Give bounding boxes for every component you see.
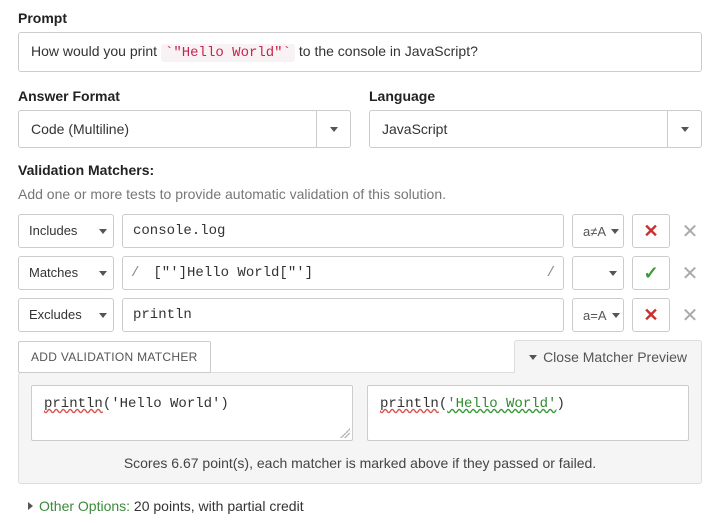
- language-label: Language: [369, 88, 702, 104]
- close-icon: ✕: [682, 261, 699, 286]
- x-icon: ✕: [643, 306, 658, 324]
- chevron-down-icon: [609, 271, 617, 276]
- prompt-text-before: How would you print: [31, 43, 161, 59]
- matcher-flag-value: a=A: [583, 308, 607, 323]
- language-select[interactable]: JavaScript: [369, 110, 702, 148]
- regex-slash-close: /: [543, 257, 563, 289]
- matcher-type-label: Excludes: [19, 299, 93, 331]
- prompt-label: Prompt: [18, 10, 702, 26]
- chevron-down-icon: [529, 355, 537, 360]
- chevron-down-icon: [667, 111, 701, 147]
- other-options-text: 20 points, with partial credit: [130, 498, 304, 514]
- matcher-value-input[interactable]: ["']Hello World["']: [143, 257, 542, 289]
- chevron-down-icon: [611, 229, 619, 234]
- preview-left-arg: ('Hello World'): [103, 396, 229, 412]
- remove-matcher-button[interactable]: ✕: [678, 256, 702, 290]
- answer-format-value: Code (Multiline): [19, 111, 316, 147]
- regex-slash-open: /: [123, 257, 143, 289]
- preview-score-text: Scores 6.67 point(s), each matcher is ma…: [31, 455, 689, 471]
- matcher-input-wrap: println: [122, 298, 564, 332]
- preview-code-left[interactable]: println('Hello World'): [31, 385, 353, 441]
- answer-format-select[interactable]: Code (Multiline): [18, 110, 351, 148]
- chevron-down-icon: [93, 215, 113, 247]
- matcher-row: Excludes println a=A ✕ ✕: [18, 298, 702, 332]
- chevron-down-icon: [316, 111, 350, 147]
- remove-matcher-button[interactable]: ✕: [678, 214, 702, 248]
- matcher-result-pass: ✓: [632, 256, 670, 290]
- matcher-type-label: Includes: [19, 215, 93, 247]
- chevron-down-icon: [93, 299, 113, 331]
- preview-right-fn: println: [380, 396, 439, 412]
- preview-right-paren-open: (: [439, 396, 447, 412]
- matcher-type-select[interactable]: Matches: [18, 256, 114, 290]
- matcher-input-wrap: / ["']Hello World["'] /: [122, 256, 564, 290]
- matcher-row: Matches / ["']Hello World["'] / ✓ ✕: [18, 256, 702, 290]
- close-icon: ✕: [682, 219, 699, 244]
- preview-left-fn: println: [44, 396, 103, 412]
- chevron-down-icon: [93, 257, 113, 289]
- other-options-label: Other Options:: [39, 498, 130, 514]
- language-value: JavaScript: [370, 111, 667, 147]
- matcher-result-fail: ✕: [632, 298, 670, 332]
- add-validation-matcher-button[interactable]: Add Validation Matcher: [18, 341, 211, 373]
- matcher-type-label: Matches: [19, 257, 93, 289]
- matcher-input-wrap: console.log: [122, 214, 564, 248]
- matcher-flag-select[interactable]: a=A: [572, 298, 624, 332]
- matcher-result-fail: ✕: [632, 214, 670, 248]
- matcher-value-input[interactable]: println: [123, 299, 563, 331]
- chevron-right-icon: [28, 502, 33, 510]
- chevron-down-icon: [612, 313, 620, 318]
- matcher-type-select[interactable]: Excludes: [18, 298, 114, 332]
- remove-matcher-button[interactable]: ✕: [678, 298, 702, 332]
- check-icon: ✓: [643, 264, 658, 282]
- preview-code-right: println('Hello World'): [367, 385, 689, 441]
- preview-right-str: 'Hello World': [447, 396, 556, 412]
- matcher-flag-select[interactable]: [572, 256, 624, 290]
- matcher-row: Includes console.log a≠A ✕ ✕: [18, 214, 702, 248]
- preview-toggle-label: Close Matcher Preview: [543, 349, 687, 365]
- preview-right-paren-close: ): [556, 396, 564, 412]
- close-matcher-preview-toggle[interactable]: Close Matcher Preview: [514, 340, 702, 373]
- prompt-input[interactable]: How would you print `"Hello World"` to t…: [18, 32, 702, 72]
- matcher-flag-select[interactable]: a≠A: [572, 214, 624, 248]
- matcher-value-input[interactable]: console.log: [123, 215, 563, 247]
- matcher-type-select[interactable]: Includes: [18, 214, 114, 248]
- x-icon: ✕: [643, 222, 658, 240]
- validation-matchers-label: Validation Matchers:: [18, 162, 702, 178]
- answer-format-label: Answer Format: [18, 88, 351, 104]
- validation-helper-text: Add one or more tests to provide automat…: [18, 186, 702, 202]
- matcher-preview-panel: println('Hello World') println('Hello Wo…: [18, 372, 702, 484]
- prompt-text-after: to the console in JavaScript?: [295, 43, 478, 59]
- other-options-toggle[interactable]: Other Options: 20 points, with partial c…: [28, 498, 702, 514]
- close-icon: ✕: [682, 303, 699, 328]
- prompt-code: `"Hello World"`: [161, 44, 295, 62]
- matcher-flag-value: a≠A: [583, 224, 606, 239]
